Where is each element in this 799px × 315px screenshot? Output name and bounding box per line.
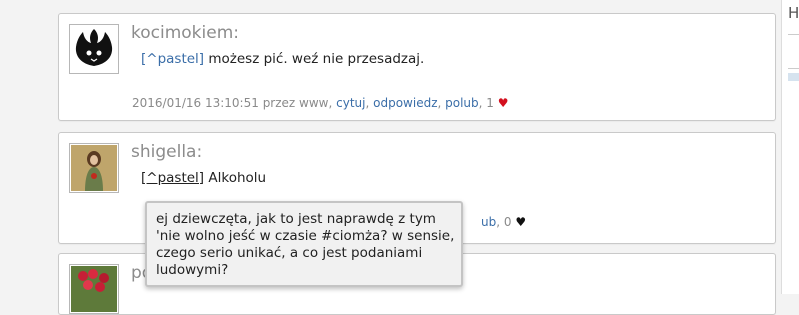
reply-reference-link[interactable]: [^pastel] [141, 170, 204, 186]
like-count: 0 [503, 215, 512, 229]
quote-link[interactable]: cytuj [336, 96, 365, 110]
cat-avatar-icon [71, 26, 117, 72]
like-link[interactable]: polub [445, 96, 479, 110]
tooltip-line: ludowymi? [156, 262, 229, 278]
by-prefix: przez [258, 96, 300, 110]
heart-icon: ♥ [515, 215, 527, 229]
by-user: www [299, 96, 329, 110]
comment-body: [^pastel] możesz pić. weź nie przesadzaj… [141, 51, 424, 67]
tooltip-line: ej dziewczęta, jak to jest naprawdę z ty… [156, 211, 436, 227]
avatar[interactable] [69, 24, 119, 74]
reply-reference-link[interactable]: [^pastel] [141, 51, 204, 67]
reply-link[interactable]: odpowiedz [373, 96, 437, 110]
comment-preview-tooltip: ej dziewczęta, jak to jest naprawdę z ty… [145, 201, 463, 287]
sidebar-heading: H [788, 4, 799, 22]
comment-author[interactable]: kocimokiem: [131, 23, 239, 43]
tooltip-line: czego serio unikać, a co jest podaniami [156, 245, 423, 261]
right-sidebar: H [781, 0, 799, 294]
like-count: 1 [486, 96, 494, 110]
avatar[interactable] [69, 264, 119, 314]
comments-area: kocimokiem: [^pastel] możesz pić. weź ni… [0, 0, 781, 315]
sidebar-highlight [788, 73, 799, 81]
comment-meta: ub, 0 ♥ [481, 215, 527, 229]
like-link-fragment[interactable]: ub [481, 215, 496, 229]
comment-meta: 2016/01/16 13:10:51 przez www, cytuj, od… [132, 96, 509, 110]
tooltip-line: 'nie wolno jeść w czasie #ciomża? w sens… [156, 228, 455, 244]
comment-timestamp: 2016/01/16 13:10:51 [132, 96, 259, 110]
comment-body: [^pastel] Alkoholu [141, 170, 266, 186]
portrait-avatar-icon [71, 145, 117, 191]
avatar[interactable] [69, 143, 119, 193]
comment-author[interactable]: shigella: [131, 142, 202, 162]
heart-icon: ♥ [497, 96, 509, 110]
comment-text: Alkoholu [204, 170, 267, 186]
flower-avatar-icon [71, 266, 117, 312]
comment-card: kocimokiem: [^pastel] możesz pić. weź ni… [58, 13, 776, 121]
divider [788, 68, 799, 69]
comment-text: możesz pić. weź nie przesadzaj. [204, 51, 425, 67]
divider [788, 34, 799, 35]
